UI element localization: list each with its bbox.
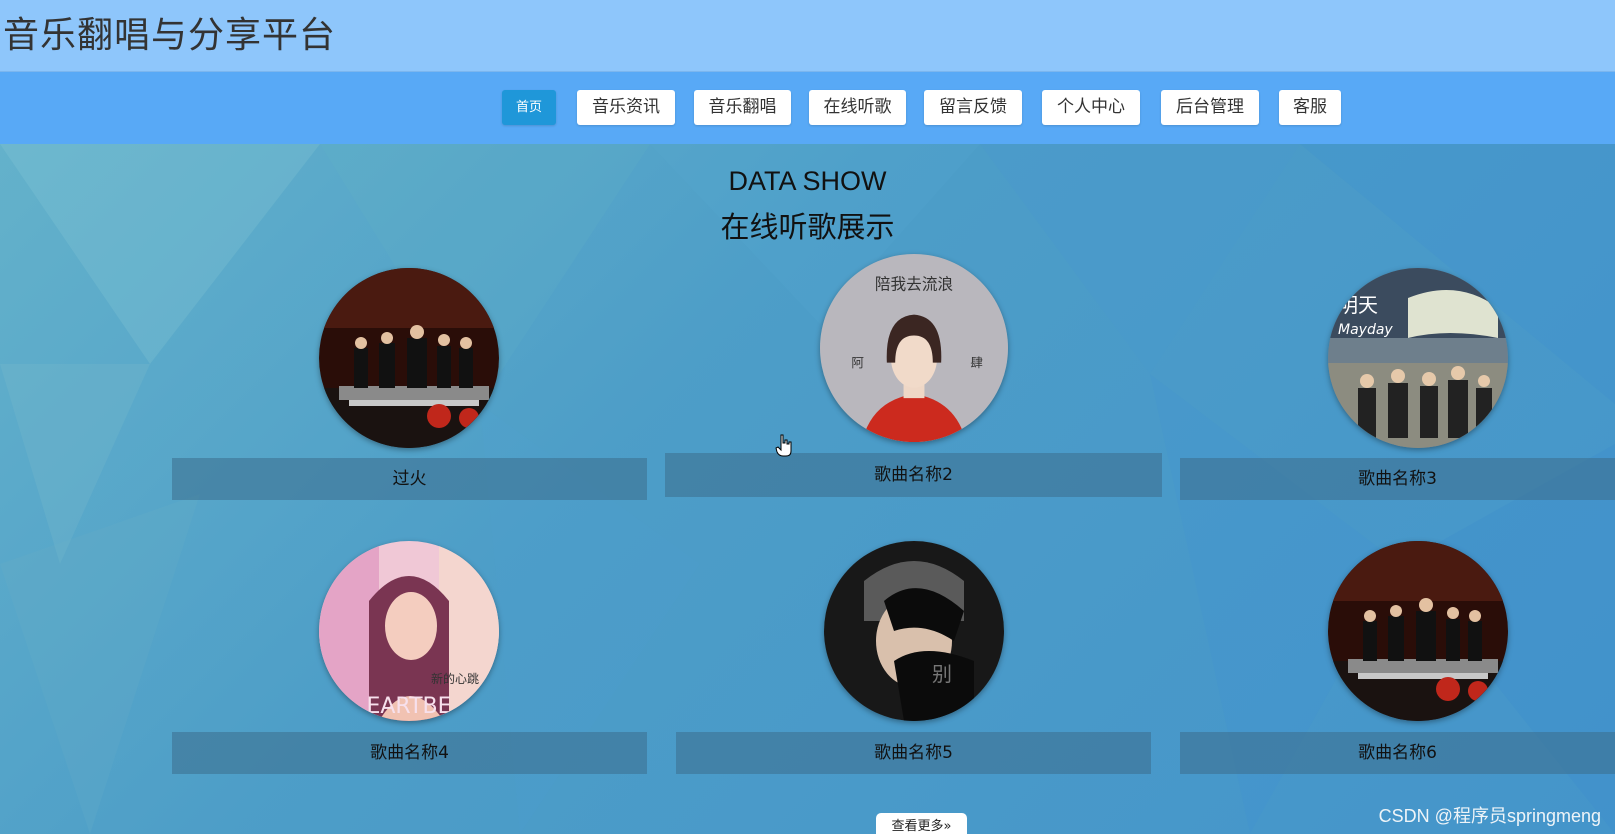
nav-item-home[interactable]: 首页: [502, 90, 556, 125]
svg-text:新的心跳: 新的心跳: [431, 671, 479, 686]
nav-item-customer-service[interactable]: 客服: [1279, 90, 1341, 125]
nav-item-personal-center[interactable]: 个人中心: [1042, 90, 1140, 125]
song-name-4[interactable]: 歌曲名称4: [172, 732, 647, 774]
mayday-band: 明天 Mayday: [1328, 268, 1508, 448]
song-name-3[interactable]: 歌曲名称3: [1180, 458, 1615, 500]
song-name-2[interactable]: 歌曲名称2: [665, 453, 1162, 497]
nav-item-feedback[interactable]: 留言反馈: [924, 90, 1022, 125]
woman-pink-portrait: 新的心跳 EARTBE: [319, 541, 499, 721]
cover-text-5: 别: [932, 662, 952, 686]
hand-cursor-icon: [775, 434, 792, 457]
cover-text-2: 陪我去流浪: [875, 275, 954, 294]
song-cover-4[interactable]: 新的心跳 EARTBE: [319, 541, 499, 721]
song-name-6[interactable]: 歌曲名称6: [1180, 732, 1615, 774]
view-more-button[interactable]: 查看更多»: [876, 813, 967, 834]
song-cover-3[interactable]: 明天 Mayday: [1328, 268, 1508, 448]
site-header: 音乐翻唱与分享平台: [0, 0, 1615, 72]
song-name-5[interactable]: 歌曲名称5: [676, 732, 1151, 774]
svg-text:肆: 肆: [970, 355, 983, 370]
nav-item-music-news[interactable]: 音乐资讯: [577, 90, 675, 125]
song-showcase-section: DATA SHOW 在线听歌展示 过火 陪我去流浪 阿 肆 歌曲名称2 明天 M…: [0, 144, 1615, 834]
song-cover-5[interactable]: 别: [824, 541, 1004, 721]
section-title-chinese: 在线听歌展示: [720, 210, 895, 244]
song-name-1[interactable]: 过火: [172, 458, 647, 500]
girl-red-sweater: 陪我去流浪 阿 肆: [820, 254, 1008, 442]
orchestra-photo: [1328, 541, 1508, 721]
man-black-gloves: 别: [824, 541, 1004, 721]
site-title: 音乐翻唱与分享平台: [3, 15, 337, 56]
nav-item-online-listening[interactable]: 在线听歌: [809, 90, 906, 125]
cover-text-3: Mayday: [1338, 322, 1393, 338]
nav-item-music-covers[interactable]: 音乐翻唱: [694, 90, 791, 125]
cover-text-4: EARTBE: [366, 694, 451, 719]
main-nav: 首页 音乐资讯 音乐翻唱 在线听歌 留言反馈 个人中心 后台管理 客服: [0, 72, 1615, 144]
svg-text:阿: 阿: [851, 355, 864, 370]
section-title-english: DATA SHOW: [728, 166, 887, 196]
song-cover-2[interactable]: 陪我去流浪 阿 肆: [820, 254, 1008, 442]
nav-item-admin[interactable]: 后台管理: [1161, 90, 1259, 125]
orchestra-photo: [319, 268, 499, 448]
song-cover-6[interactable]: [1328, 541, 1508, 721]
song-cover-1[interactable]: [319, 268, 499, 448]
watermark: CSDN @程序员springmeng: [1378, 806, 1601, 826]
